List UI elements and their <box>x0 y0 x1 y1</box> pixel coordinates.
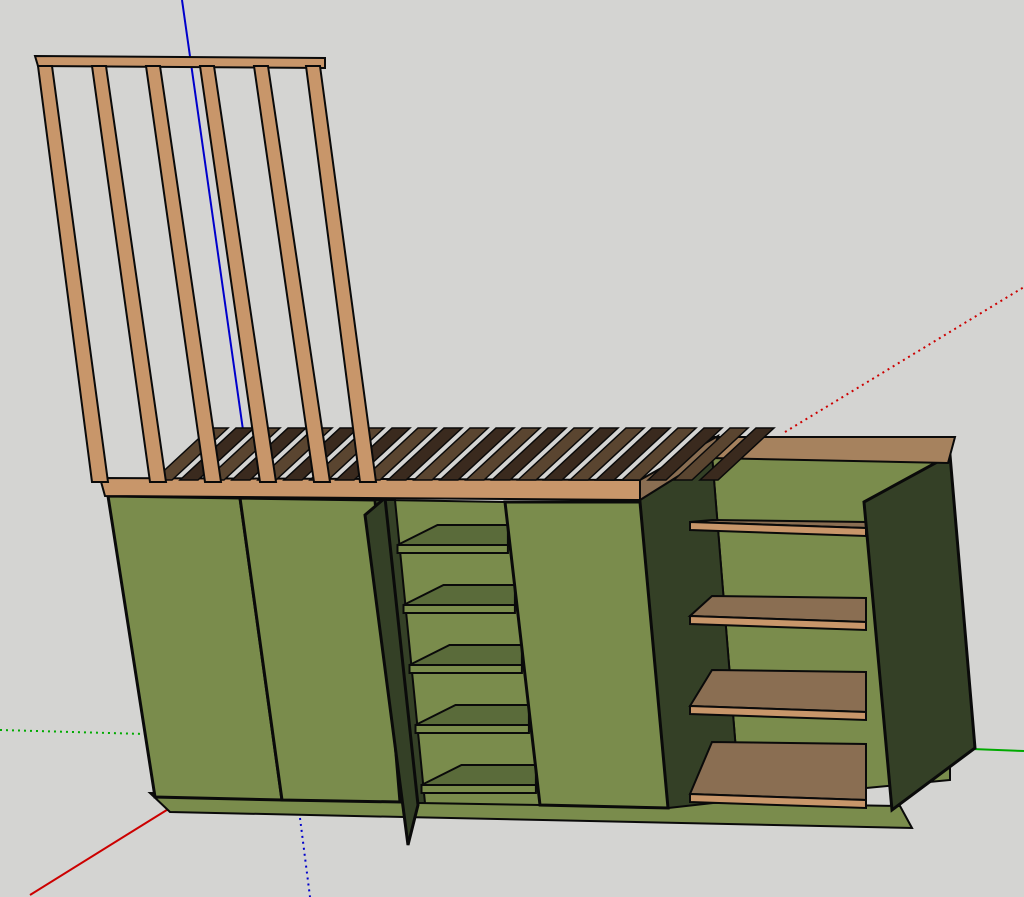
middle-shelf-edge <box>414 724 530 734</box>
model-canvas[interactable] <box>0 0 1024 897</box>
sketchup-viewport[interactable] <box>0 0 1024 897</box>
right-shelf <box>688 668 867 714</box>
middle-shelf-edge <box>420 784 537 794</box>
x-axis-positive <box>29 807 171 896</box>
headboard-post <box>36 65 110 483</box>
middle-shelf-edge <box>408 664 523 674</box>
middle-shelf-edge <box>402 604 516 614</box>
headboard-top-rail <box>33 54 326 70</box>
middle-shelf-edge <box>396 544 509 554</box>
right-shelf <box>688 740 867 802</box>
x-axis-negative <box>784 286 1024 433</box>
y-axis-positive <box>971 748 1024 752</box>
headboard-frame[interactable] <box>33 54 378 483</box>
z-axis-negative <box>299 817 311 897</box>
y-axis-negative <box>0 729 146 735</box>
